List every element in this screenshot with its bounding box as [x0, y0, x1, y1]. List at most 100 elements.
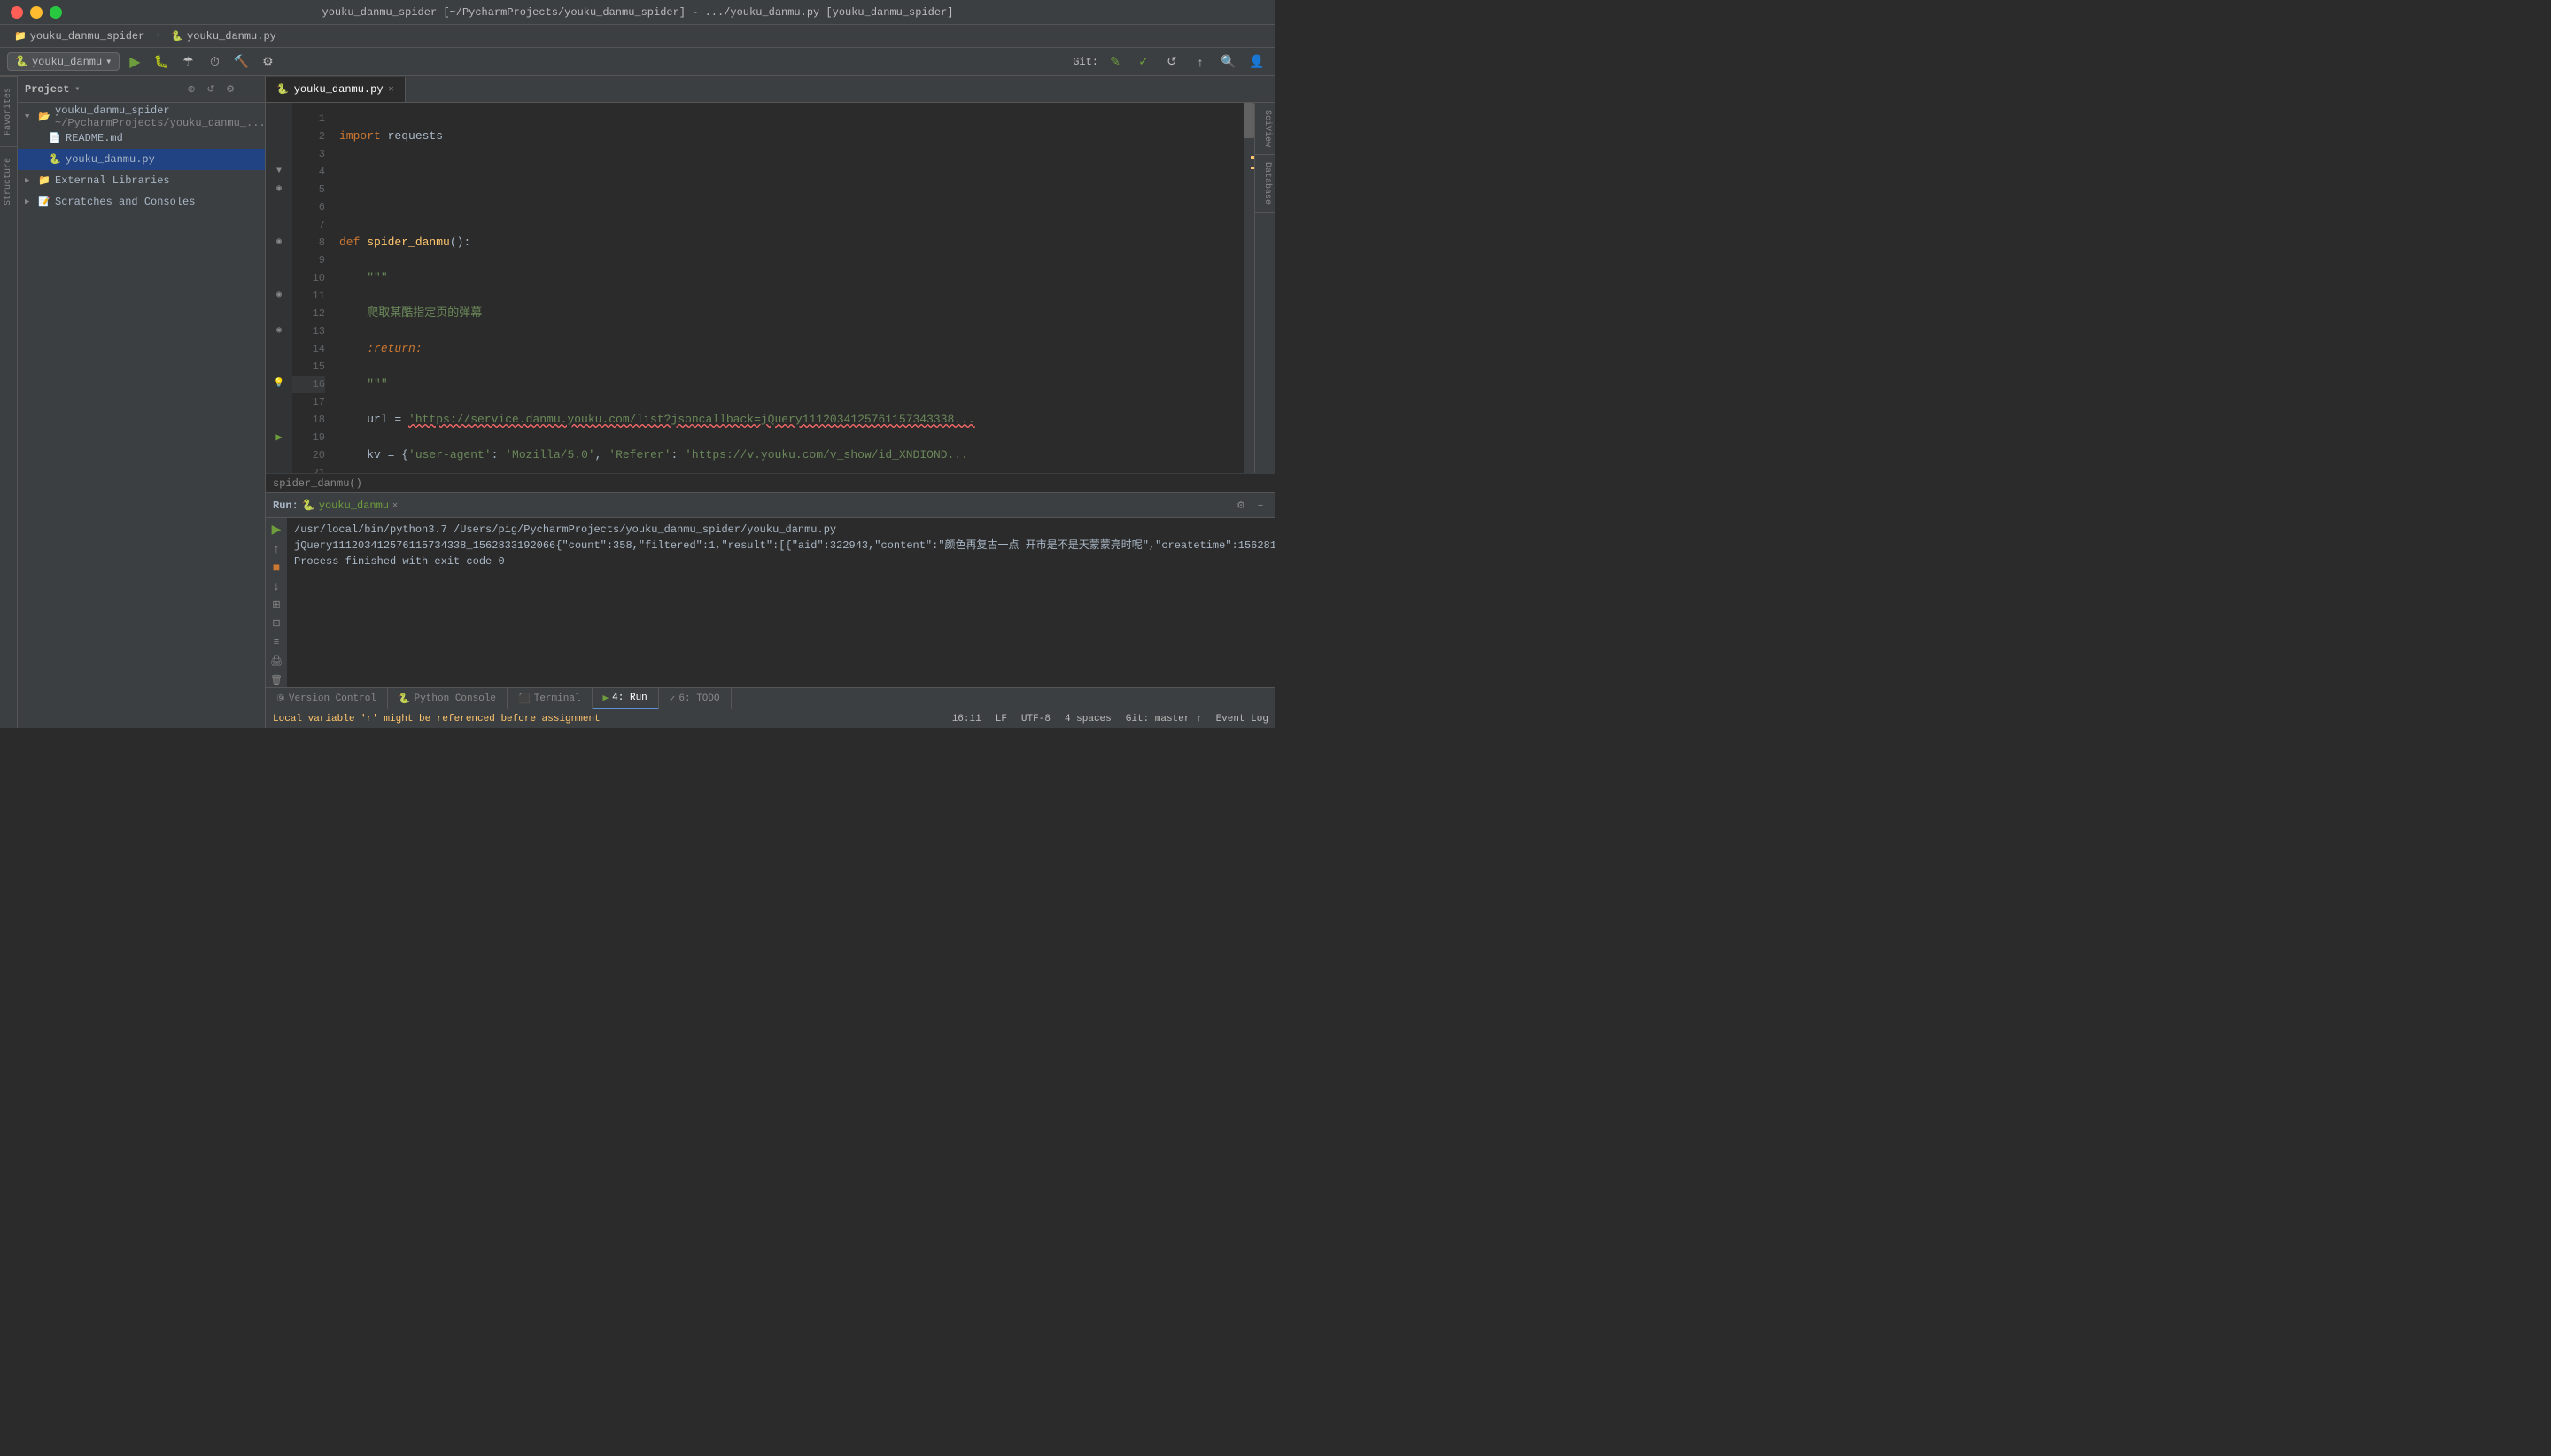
ln-12: 12	[292, 305, 325, 322]
coverage-button[interactable]: ☂	[176, 50, 199, 74]
ext-libs-icon: 📁	[37, 174, 51, 188]
ln-6: 6	[292, 198, 325, 216]
new-file-button[interactable]: ⊕	[183, 81, 199, 97]
scrollbar-thumb[interactable]	[1244, 103, 1254, 138]
ln-9: 9	[292, 252, 325, 269]
run-close-button[interactable]: −	[1252, 498, 1268, 514]
run-button[interactable]: ▶	[123, 50, 146, 74]
tab-close-button[interactable]: ✕	[389, 84, 394, 95]
minimize-panel-button[interactable]: −	[242, 81, 258, 97]
python-console-label: Python Console	[415, 693, 496, 704]
maximize-button[interactable]	[50, 6, 62, 19]
dropdown-icon: ▾	[105, 55, 112, 68]
tab-youku-danmu-py[interactable]: 🐍 youku_danmu.py ✕	[266, 77, 406, 102]
fold-icon-5: ◉	[276, 181, 282, 198]
project-panel-header: Project ▾ ⊕ ↺ ⚙ −	[18, 76, 265, 103]
code-line-5: """	[339, 269, 1244, 287]
run-again-button[interactable]: ▶	[268, 522, 284, 537]
run-tab[interactable]: Run: 🐍 youku_danmu ✕	[273, 499, 398, 512]
scroll-down-button[interactable]: ↓	[268, 578, 284, 593]
window-controls[interactable]	[11, 6, 62, 19]
code-line-10: kv = {'user-agent': 'Mozilla/5.0', 'Refe…	[339, 446, 1244, 464]
toolbar: 🐍 youku_danmu ▾ ▶ 🐛 ☂ ⏱ 🔨 ⚙ Git: ✎ ✓ ↺ ↑…	[0, 48, 1276, 76]
run-tab-bottom[interactable]: ▶ 4: Run	[593, 688, 659, 709]
todo-icon: ✓	[670, 693, 676, 705]
favorites-tab[interactable]: Favorites	[0, 76, 17, 146]
clear-button[interactable]: 🗑	[268, 672, 284, 687]
code-line-4: def spider_danmu():	[339, 234, 1244, 252]
ln-4: 4	[292, 163, 325, 181]
git-check-button[interactable]: ✓	[1132, 50, 1155, 74]
git-status[interactable]: Git: master ↑	[1126, 714, 1202, 724]
tree-py-label: youku_danmu.py	[66, 153, 155, 166]
editor-tabs: 🐍 youku_danmu.py ✕	[266, 76, 1276, 103]
gutter-16: 💡	[266, 376, 292, 393]
search-button[interactable]: 🔍	[1217, 50, 1240, 74]
gutter-17	[266, 393, 292, 411]
ln-7: 7	[292, 216, 325, 234]
terminal-label: Terminal	[534, 693, 581, 704]
toolbar-left: 🐍 youku_danmu ▾ ▶ 🐛 ☂ ⏱ 🔨 ⚙	[7, 50, 279, 74]
run-tab-close[interactable]: ✕	[392, 500, 398, 511]
build-button[interactable]: 🔨	[229, 50, 252, 74]
sync-button[interactable]: ↺	[203, 81, 219, 97]
terminal-icon: ⬛	[518, 693, 531, 705]
git-sync-button[interactable]: ↺	[1160, 50, 1183, 74]
tree-item-external-libs[interactable]: ▶ 📁 External Libraries	[18, 170, 265, 191]
fold-all-button[interactable]: ≡	[268, 634, 284, 649]
structure-tab[interactable]: Structure	[0, 146, 17, 216]
project-icon: 📂	[37, 110, 51, 124]
gutter-4: ▼	[266, 163, 292, 181]
panel-settings-button[interactable]: ⚙	[222, 81, 238, 97]
profile-button[interactable]: ⏱	[203, 50, 226, 74]
fold-icon-11: ◉	[276, 287, 282, 305]
run-arrow-19[interactable]: ▶	[275, 429, 282, 446]
account-button[interactable]: 👤	[1245, 50, 1268, 74]
gutter-3	[266, 145, 292, 163]
database-tab[interactable]: Database	[1255, 155, 1276, 213]
version-control-tab[interactable]: ⑨ Version Control	[266, 688, 388, 709]
project-menu-item[interactable]: 📁 youku_danmu_spider	[7, 28, 151, 44]
tree-ext-libs-label: External Libraries	[55, 174, 170, 187]
panel-header-icons: ⊕ ↺ ⚙ −	[183, 81, 258, 97]
tree-item-readme[interactable]: 📄 README.md	[18, 128, 265, 149]
tab-label: youku_danmu.py	[294, 83, 384, 96]
event-log[interactable]: Event Log	[1216, 714, 1268, 724]
terminal-tab[interactable]: ⬛ Terminal	[508, 688, 593, 709]
title-bar: youku_danmu_spider [~/PycharmProjects/yo…	[0, 0, 1276, 25]
ln-20: 20	[292, 446, 325, 464]
code-editor[interactable]: import requests def spider_danmu(): """ …	[332, 103, 1244, 473]
tree-item-scratches[interactable]: ▶ 📝 Scratches and Consoles	[18, 191, 265, 213]
debug-button[interactable]: 🐛	[150, 50, 173, 74]
file-menu-item[interactable]: 🐍 youku_danmu.py	[164, 28, 283, 44]
sciview-tab[interactable]: SciView	[1255, 103, 1276, 155]
fold-icon-4[interactable]: ▼	[276, 163, 282, 181]
line-ending[interactable]: LF	[996, 714, 1007, 724]
ln-15: 15	[292, 358, 325, 376]
stop-button[interactable]: ■	[268, 559, 284, 574]
charset[interactable]: UTF-8	[1021, 714, 1051, 724]
run-settings-button[interactable]: ⚙	[1233, 498, 1249, 514]
indent-setting[interactable]: 4 spaces	[1065, 714, 1112, 724]
gutter-15	[266, 358, 292, 376]
git-edit-button[interactable]: ✎	[1104, 50, 1127, 74]
minimize-button[interactable]	[30, 6, 43, 19]
run-config-selector[interactable]: 🐍 youku_danmu ▾	[7, 52, 120, 71]
minimap-scrollbar[interactable]	[1244, 103, 1254, 473]
scroll-up-button[interactable]: ↑	[268, 540, 284, 555]
gutter-10	[266, 269, 292, 287]
cursor-position[interactable]: 16:11	[952, 714, 981, 724]
python-console-tab[interactable]: 🐍 Python Console	[388, 688, 508, 709]
close-button[interactable]	[11, 6, 23, 19]
git-push-button[interactable]: ↑	[1189, 50, 1212, 74]
layout-button[interactable]: ⊞	[268, 597, 284, 612]
bottom-panel: Run: 🐍 youku_danmu ✕ ⚙ − ▶ ↑ ■ ↓ ⊞	[266, 492, 1276, 687]
filter-button[interactable]: ⊡	[268, 616, 284, 631]
settings-button[interactable]: ⚙	[256, 50, 279, 74]
print-button[interactable]: 🖨	[268, 654, 284, 669]
todo-tab[interactable]: ✓ 6: TODO	[659, 688, 732, 709]
tree-item-main-py[interactable]: 🐍 youku_danmu.py	[18, 149, 265, 170]
tree-item-root[interactable]: ▼ 📂 youku_danmu_spider ~/PycharmProjects…	[18, 106, 265, 128]
tree-readme-label: README.md	[66, 132, 123, 144]
gutter-19: ▶	[266, 429, 292, 446]
